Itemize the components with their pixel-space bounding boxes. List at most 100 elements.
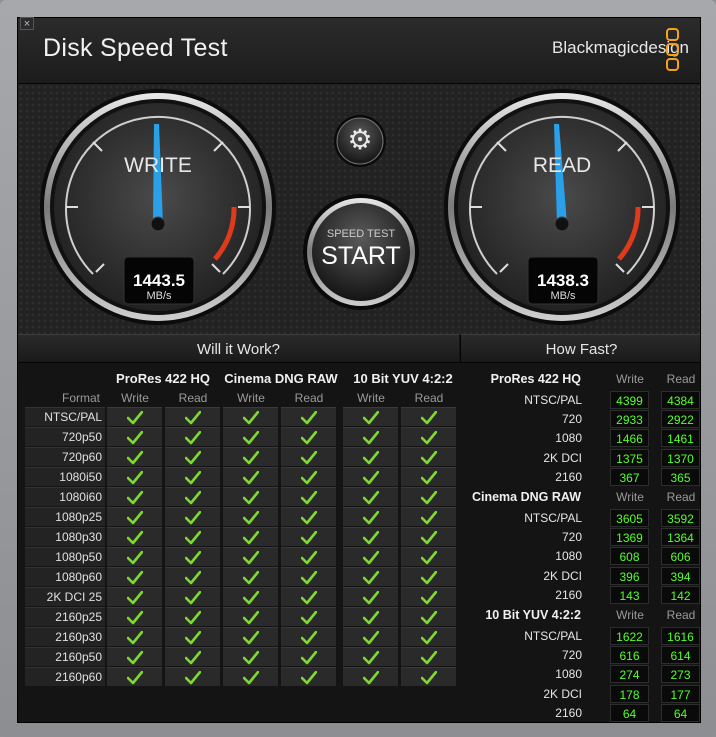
wiw-cell bbox=[281, 407, 336, 426]
wiw-cell bbox=[107, 527, 162, 546]
checkmark-icon bbox=[243, 551, 259, 565]
checkmark-icon bbox=[421, 431, 437, 445]
start-button-caption: SPEED TEST bbox=[326, 228, 396, 240]
checkmark-icon bbox=[363, 451, 379, 465]
hf-write-value: 3605 bbox=[610, 509, 649, 527]
checkmark-icon bbox=[243, 671, 259, 685]
checkmark-icon bbox=[421, 611, 437, 625]
checkmark-icon bbox=[185, 511, 201, 525]
wiw-sub-header: Write bbox=[237, 391, 265, 405]
checkmark-icon bbox=[301, 471, 317, 485]
wiw-cell bbox=[281, 507, 336, 526]
checkmark-icon bbox=[301, 511, 317, 525]
checkmark-icon bbox=[185, 591, 201, 605]
wiw-format-label: 1080p25 bbox=[25, 507, 105, 526]
hf-write-value: 4399 bbox=[610, 391, 649, 409]
checkmark-icon bbox=[301, 611, 317, 625]
checkmark-icon bbox=[421, 471, 437, 485]
wiw-cell bbox=[281, 567, 336, 586]
gauge-area: ⚙ WRITE READ 1443.5 MB/s 1438.3 MB/s SPE… bbox=[18, 84, 700, 334]
checkmark-icon bbox=[127, 551, 143, 565]
wiw-cell bbox=[281, 547, 336, 566]
hf-row-label: 1080 bbox=[555, 431, 582, 446]
wiw-cell bbox=[401, 527, 456, 546]
checkmark-icon bbox=[127, 651, 143, 665]
wiw-cell bbox=[223, 487, 278, 506]
checkmark-icon bbox=[185, 411, 201, 425]
hf-group-title: Cinema DNG RAW bbox=[471, 490, 581, 504]
wiw-cell bbox=[165, 407, 220, 426]
checkmark-icon bbox=[243, 471, 259, 485]
how-fast-header: How Fast? bbox=[460, 334, 700, 363]
checkmark-icon bbox=[185, 611, 201, 625]
hf-write-value: 616 bbox=[610, 646, 649, 665]
app-window: × Disk Speed Test Blackmagicdesign ⚙ WRI… bbox=[0, 0, 716, 737]
checkmark-icon bbox=[243, 491, 259, 505]
hf-sub-header: Write bbox=[616, 372, 644, 386]
wiw-cell bbox=[223, 567, 278, 586]
checkmark-icon bbox=[185, 431, 201, 445]
wiw-cell bbox=[343, 547, 398, 566]
wiw-format-label: 2160p25 bbox=[25, 607, 105, 626]
wiw-cell bbox=[165, 607, 220, 626]
wiw-cell bbox=[165, 647, 220, 666]
checkmark-icon bbox=[301, 411, 317, 425]
hf-write-value: 396 bbox=[610, 566, 649, 585]
hf-read-value: 142 bbox=[661, 585, 700, 604]
wiw-format-label: 720p60 bbox=[25, 447, 105, 466]
start-button-label: START bbox=[321, 242, 401, 270]
wiw-cell bbox=[107, 507, 162, 526]
wiw-cell bbox=[401, 467, 456, 486]
wiw-sub-header: Write bbox=[357, 391, 385, 405]
hf-read-value: 273 bbox=[661, 665, 700, 684]
hf-row-label: 1080 bbox=[555, 667, 582, 682]
checkmark-icon bbox=[185, 571, 201, 585]
wiw-cell bbox=[401, 587, 456, 606]
checkmark-icon bbox=[127, 631, 143, 645]
checkmark-icon bbox=[363, 491, 379, 505]
wiw-format-label: 2160p60 bbox=[25, 667, 105, 686]
wiw-format-label: 1080p30 bbox=[25, 527, 105, 546]
hf-row-label: 720 bbox=[561, 648, 582, 663]
hf-read-value: 64 bbox=[661, 703, 700, 722]
wiw-cell bbox=[401, 567, 456, 586]
checkmark-icon bbox=[421, 651, 437, 665]
checkmark-icon bbox=[127, 671, 143, 685]
hf-read-value: 1370 bbox=[661, 448, 700, 467]
wiw-format-label: 720p50 bbox=[25, 427, 105, 446]
checkmark-icon bbox=[243, 531, 259, 545]
wiw-cell bbox=[343, 647, 398, 666]
wiw-group-prores: ProRes 422 HQ bbox=[116, 371, 210, 386]
checkmark-icon bbox=[421, 451, 437, 465]
checkmark-icon bbox=[301, 451, 317, 465]
wiw-cell bbox=[281, 587, 336, 606]
checkmark-icon bbox=[127, 531, 143, 545]
wiw-cell bbox=[343, 627, 398, 646]
wiw-cell bbox=[281, 527, 336, 546]
wiw-cell bbox=[343, 567, 398, 586]
wiw-cell bbox=[223, 647, 278, 666]
checkmark-icon bbox=[363, 511, 379, 525]
checkmark-icon bbox=[185, 491, 201, 505]
hf-row-label: 2160 bbox=[555, 469, 582, 484]
checkmark-icon bbox=[421, 491, 437, 505]
checkmark-icon bbox=[363, 611, 379, 625]
wiw-cell bbox=[401, 607, 456, 626]
checkmark-icon bbox=[185, 471, 201, 485]
wiw-cell bbox=[281, 627, 336, 646]
hf-sub-header: Read bbox=[666, 608, 696, 622]
wiw-format-header: Format bbox=[61, 391, 100, 405]
checkmark-icon bbox=[363, 431, 379, 445]
hf-write-value: 1622 bbox=[610, 627, 649, 645]
checkmark-icon bbox=[421, 591, 437, 605]
close-button[interactable]: × bbox=[20, 17, 34, 30]
hf-sub-header: Write bbox=[616, 608, 644, 622]
checkmark-icon bbox=[301, 631, 317, 645]
wiw-cell bbox=[401, 647, 456, 666]
wiw-cell bbox=[223, 507, 278, 526]
checkmark-icon bbox=[363, 551, 379, 565]
wiw-cell bbox=[281, 667, 336, 686]
checkmark-icon bbox=[185, 451, 201, 465]
wiw-cell bbox=[223, 527, 278, 546]
read-gauge-label: READ bbox=[532, 154, 592, 177]
